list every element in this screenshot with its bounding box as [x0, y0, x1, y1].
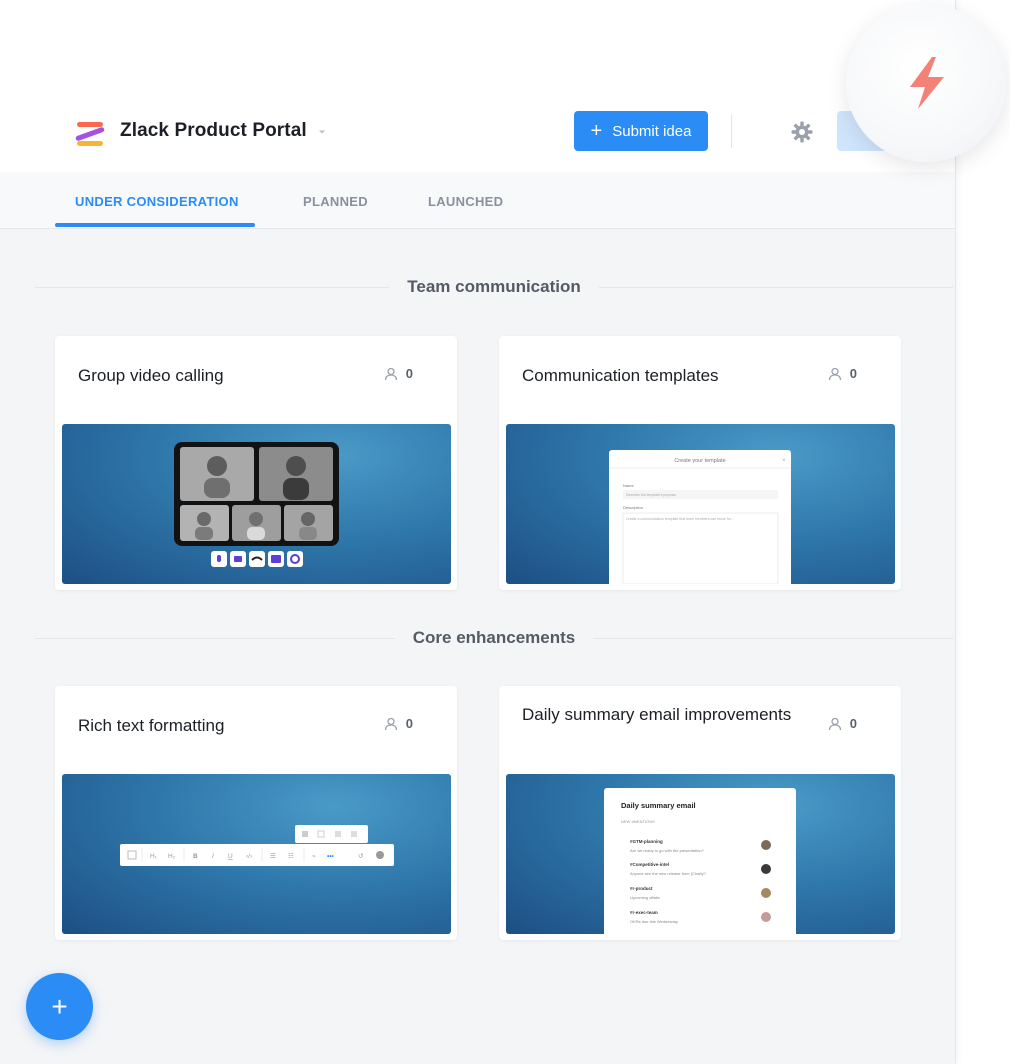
template-dialog-title: Create your template — [674, 458, 725, 464]
vote-number: 0 — [849, 716, 857, 731]
idea-image-formatting-toolbar: H₁ H₂ B I U ‹/› ☰ ☷ ⌁ ••• ↺ — [62, 774, 451, 934]
template-description-placeholder: Create a communication template that tea… — [626, 517, 734, 521]
email-item-text: Anyone see the new release from (Chatty? — [630, 871, 707, 876]
template-name-label: Name — [623, 483, 634, 488]
svg-text:I: I — [212, 853, 214, 860]
section-header: Team communication — [35, 277, 953, 297]
user-icon — [384, 717, 397, 730]
lightning-bolt-icon — [910, 57, 944, 109]
idea-title: Communication templates — [522, 366, 719, 385]
vote-number: 0 — [849, 366, 857, 381]
tab-launched[interactable]: LAUNCHED — [428, 194, 503, 209]
idea-card[interactable]: Communication templates 0 Create your te… — [499, 336, 901, 590]
section-header: Core enhancements — [35, 628, 953, 648]
idea-image-template-dialog: Create your template × Name Describe the… — [506, 424, 895, 584]
svg-text:×: × — [782, 458, 786, 464]
user-icon — [384, 367, 397, 380]
divider — [731, 114, 732, 148]
idea-title: Daily summary email improvements — [522, 705, 792, 724]
submit-idea-button[interactable]: + Submit idea — [574, 111, 708, 151]
svg-text:↺: ↺ — [358, 853, 364, 860]
vote-number: 0 — [405, 716, 413, 731]
user-icon — [828, 367, 841, 380]
active-tab-indicator — [55, 223, 255, 227]
idea-title: Group video calling — [78, 366, 224, 385]
section-title: Team communication — [389, 277, 599, 296]
svg-text:⌁: ⌁ — [312, 853, 316, 860]
svg-text:U: U — [228, 853, 233, 860]
idea-image-summary-email: Daily summary email NEW #MENTIONS #GTM-p… — [506, 774, 895, 934]
app-window: Zlack Product Portal + Submit idea UNDER… — [0, 0, 956, 1064]
status-tabs: UNDER CONSIDERATION PLANNED LAUNCHED — [0, 172, 955, 229]
chevron-down-icon[interactable] — [316, 126, 328, 138]
vote-count[interactable]: 0 — [384, 366, 413, 381]
tab-under-consideration[interactable]: UNDER CONSIDERATION — [75, 194, 239, 209]
submit-idea-label: Submit idea — [612, 122, 692, 140]
idea-card[interactable]: Rich text formatting 0 H₁ H₂ B I U ‹/› ☰… — [55, 686, 457, 940]
idea-card[interactable]: Daily summary email improvements 0 Daily… — [499, 686, 901, 940]
user-icon — [828, 717, 841, 730]
gear-icon[interactable] — [790, 120, 814, 144]
email-item-channel: #r-product — [630, 886, 653, 891]
svg-text:☷: ☷ — [288, 853, 294, 860]
vote-count[interactable]: 0 — [384, 716, 413, 731]
vote-count[interactable]: 0 — [828, 366, 857, 381]
header: Zlack Product Portal + Submit idea — [0, 0, 955, 172]
idea-title: Rich text formatting — [78, 716, 225, 735]
vote-count[interactable]: 0 — [828, 716, 857, 731]
email-item-text: Upcoming offsite — [630, 895, 660, 900]
svg-text:H₁: H₁ — [150, 853, 158, 860]
add-idea-fab[interactable]: + — [26, 973, 93, 1040]
idea-card[interactable]: Group video calling 0 — [55, 336, 457, 590]
vote-number: 0 — [405, 366, 413, 381]
email-item-text: OKRs due this Wednesday — [630, 919, 678, 924]
email-subheading: NEW #MENTIONS — [621, 819, 655, 824]
portal-title: Zlack Product Portal — [120, 120, 307, 141]
template-description-label: Description — [623, 505, 643, 510]
svg-text:B: B — [193, 853, 198, 860]
plus-icon: + — [51, 990, 68, 1022]
email-item-channel: #r-exec-team — [630, 910, 658, 915]
tab-planned[interactable]: PLANNED — [303, 194, 368, 209]
template-name-placeholder: Describe the template's purpose — [626, 493, 676, 497]
email-item-channel: #GTM-planning — [630, 839, 663, 844]
svg-text:☰: ☰ — [270, 853, 276, 860]
quick-action-bubble[interactable] — [846, 4, 1006, 162]
section-title: Core enhancements — [394, 628, 594, 647]
email-item-channel: #Competitive-intel — [630, 862, 669, 867]
email-item-text: Are we ready to go with the presentation… — [630, 848, 705, 853]
plus-icon: + — [590, 120, 603, 142]
svg-text:‹/›: ‹/› — [246, 853, 252, 860]
email-heading: Daily summary email — [621, 801, 696, 810]
svg-text:H₂: H₂ — [168, 853, 176, 860]
idea-image-video-call — [62, 424, 451, 584]
svg-text:•••: ••• — [327, 853, 335, 860]
zlack-logo — [75, 122, 105, 146]
